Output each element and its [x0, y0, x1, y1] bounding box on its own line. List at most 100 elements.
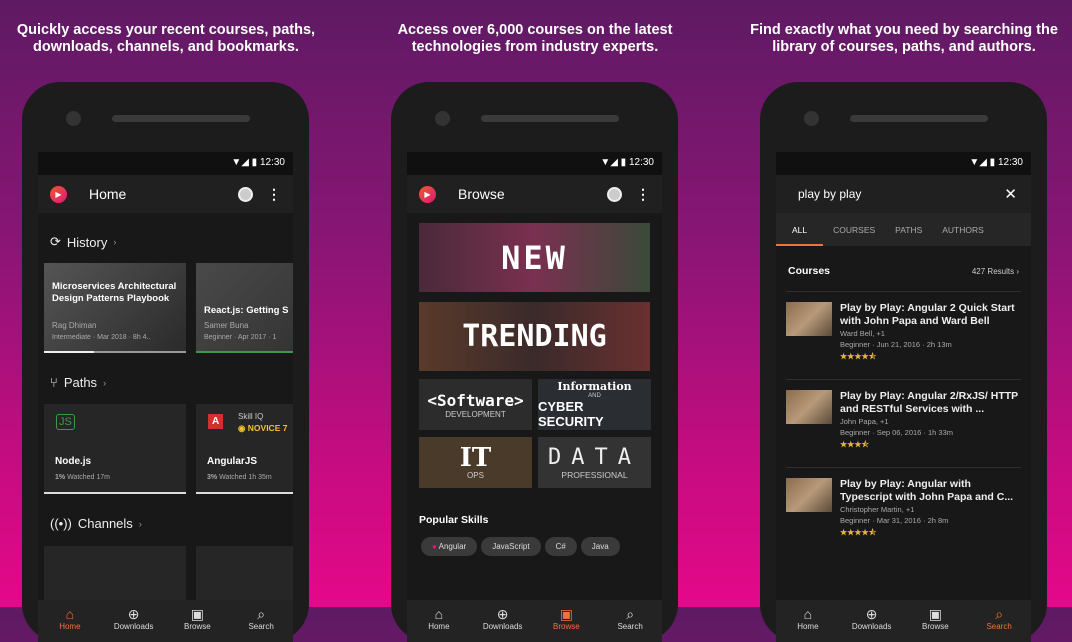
more-icon[interactable]: ⋮ [636, 186, 650, 203]
path-card[interactable]: A Skill IQ ◉ NOVICE 7 AngularJS 3% Watch… [196, 404, 293, 494]
tile-it-ops[interactable]: IT OPS [419, 437, 532, 488]
result-meta: Beginner · Jun 21, 2016 · 2h 13m [840, 340, 952, 349]
browse-screen: ▼◢ ▮ 12:30 ▶ Browse ⋮ NEW TRENDING <Soft… [407, 152, 662, 642]
search-tabs: ALL COURSES PATHS AUTHORS [776, 213, 1031, 246]
channel-card[interactable] [44, 546, 186, 606]
course-meta: Beginner · Apr 2017 · 1 [204, 334, 277, 341]
course-thumbnail [786, 390, 832, 424]
search-result[interactable]: Play by Play: Angular with Typescript wi… [786, 467, 1021, 553]
history-card[interactable]: Microservices Architectural Design Patte… [44, 263, 186, 353]
phone-home: ▼◢ ▮ 12:30 ▶ Home ⋮ ⟳ History › Microservi… [22, 82, 309, 642]
course-author: Rag Dhiman [52, 321, 97, 330]
nav-downloads[interactable]: ⊕ Downloads [102, 600, 166, 642]
course-author: Samer Buna [204, 321, 249, 330]
search-screen: ▼◢ ▮ 12:30 play by play ✕ ALL COURSES PA… [776, 152, 1031, 642]
caption-1: Quickly access your recent courses, path… [16, 22, 316, 55]
skills-row: ● Angular JavaScript C# Java [421, 536, 624, 556]
course-title: Microservices Architectural Design Patte… [52, 281, 177, 304]
download-icon: ⊕ [127, 606, 140, 622]
tile-trending[interactable]: TRENDING [419, 302, 650, 371]
path-percent: 1% [55, 474, 66, 481]
search-result[interactable]: Play by Play: Angular 2 Quick Start with… [786, 291, 1021, 377]
tab-courses[interactable]: COURSES [823, 213, 885, 246]
nav-search[interactable]: ⌕ Search [229, 600, 293, 642]
nodejs-icon: JS [56, 414, 75, 430]
result-meta: Beginner · Sep 06, 2016 · 1h 33m [840, 428, 954, 437]
result-title: Play by Play: Angular 2 Quick Start with… [840, 302, 1015, 327]
page-title: Home [89, 186, 127, 202]
nav-home[interactable]: ⌂ Home [407, 600, 471, 642]
status-bar: ▼◢ ▮ 12:30 [407, 152, 662, 175]
channels-header[interactable]: ((•)) Channels › [50, 516, 142, 531]
path-watched: Watched 1h 35m [219, 474, 272, 481]
rating-stars: ★★★★⯪ [840, 528, 877, 537]
browse-icon: ▣ [928, 606, 942, 622]
camera [804, 111, 819, 126]
page-title: Browse [458, 186, 505, 202]
paths-header[interactable]: ⑂ Paths › [50, 375, 106, 390]
nav-browse[interactable]: ▣ Browse [904, 600, 968, 642]
nav-downloads[interactable]: ⊕ Downloads [840, 600, 904, 642]
check-icon: ● [432, 542, 437, 551]
skill-chip-csharp[interactable]: C# [544, 537, 577, 556]
course-title: React.js: Getting S [204, 305, 289, 316]
search-icon: ⌕ [257, 606, 266, 622]
tile-data-professional[interactable]: DATA PROFESSIONAL [538, 437, 651, 488]
results-count-link[interactable]: 427 Results › [972, 267, 1019, 276]
phone-search: ▼◢ ▮ 12:30 play by play ✕ ALL COURSES PA… [760, 82, 1047, 642]
nav-browse[interactable]: ▣ Browse [166, 600, 230, 642]
nav-home[interactable]: ⌂ Home [776, 600, 840, 642]
nav-browse[interactable]: ▣ Browse [535, 600, 599, 642]
history-header[interactable]: ⟳ History › [50, 234, 116, 250]
bottom-nav: ⌂ Home ⊕ Downloads ▣ Browse ⌕ Search [407, 600, 662, 642]
time: 12:30 [259, 157, 285, 168]
angular-icon: A [208, 414, 224, 429]
bottom-nav: ⌂ Home ⊕ Downloads ▣ Browse ⌕ Search [776, 600, 1031, 642]
nav-downloads[interactable]: ⊕ Downloads [471, 600, 535, 642]
nav-home[interactable]: ⌂ Home [38, 600, 102, 642]
result-title: Play by Play: Angular 2/RxJS/ HTTP and R… [840, 390, 1018, 415]
chevron-right-icon: › [103, 377, 107, 388]
tile-cyber-security[interactable]: Information AND CYBER SECURITY [538, 379, 651, 430]
nav-search[interactable]: ⌕ Search [598, 600, 662, 642]
paths-icon: ⑂ [50, 375, 58, 390]
avatar[interactable] [607, 186, 622, 202]
home-icon: ⌂ [65, 606, 75, 622]
close-icon[interactable]: ✕ [1004, 185, 1017, 203]
home-icon: ⌂ [434, 606, 444, 622]
chevron-right-icon: › [113, 237, 117, 247]
tile-new[interactable]: NEW [419, 223, 650, 292]
history-card[interactable]: React.js: Getting S Samer Buna Beginner … [196, 263, 293, 353]
browse-icon: ▣ [190, 606, 204, 622]
channel-card[interactable] [196, 546, 293, 606]
more-icon[interactable]: ⋮ [267, 186, 281, 203]
nav-search[interactable]: ⌕ Search [967, 600, 1031, 642]
speaker [481, 115, 619, 122]
tile-software-development[interactable]: <Software> DEVELOPMENT [419, 379, 532, 430]
courses-label: Courses [788, 265, 831, 277]
popular-skills-label: Popular Skills [419, 514, 489, 526]
skill-chip-angular[interactable]: ● Angular [421, 537, 478, 556]
speaker [112, 115, 250, 122]
result-title: Play by Play: Angular with Typescript wi… [840, 478, 1014, 503]
avatar[interactable] [238, 186, 253, 202]
path-percent: 3% [207, 474, 218, 481]
rating-stars: ★★★⯪ [840, 440, 870, 449]
progress-bar [196, 492, 293, 494]
tab-authors[interactable]: AUTHORS [932, 213, 994, 246]
home-screen: ▼◢ ▮ 12:30 ▶ Home ⋮ ⟳ History › Microservi… [38, 152, 293, 642]
pluralsight-logo-icon[interactable]: ▶ [50, 185, 67, 203]
pluralsight-logo-icon[interactable]: ▶ [419, 185, 436, 203]
tab-all[interactable]: ALL [776, 213, 824, 246]
search-result[interactable]: Play by Play: Angular 2/RxJS/ HTTP and R… [786, 379, 1021, 465]
search-input[interactable]: play by play [798, 187, 1004, 201]
history-icon: ⟳ [50, 234, 61, 249]
camera [435, 111, 450, 126]
search-icon: ⌕ [995, 606, 1004, 622]
skill-chip-javascript[interactable]: JavaScript [481, 537, 541, 556]
path-card[interactable]: JS Node.js 1% Watched 17m [44, 404, 186, 494]
tab-paths[interactable]: PATHS [885, 213, 932, 246]
path-watched: Watched 17m [67, 474, 111, 481]
browse-icon: ▣ [559, 606, 573, 622]
skill-chip-java[interactable]: Java [580, 537, 620, 556]
